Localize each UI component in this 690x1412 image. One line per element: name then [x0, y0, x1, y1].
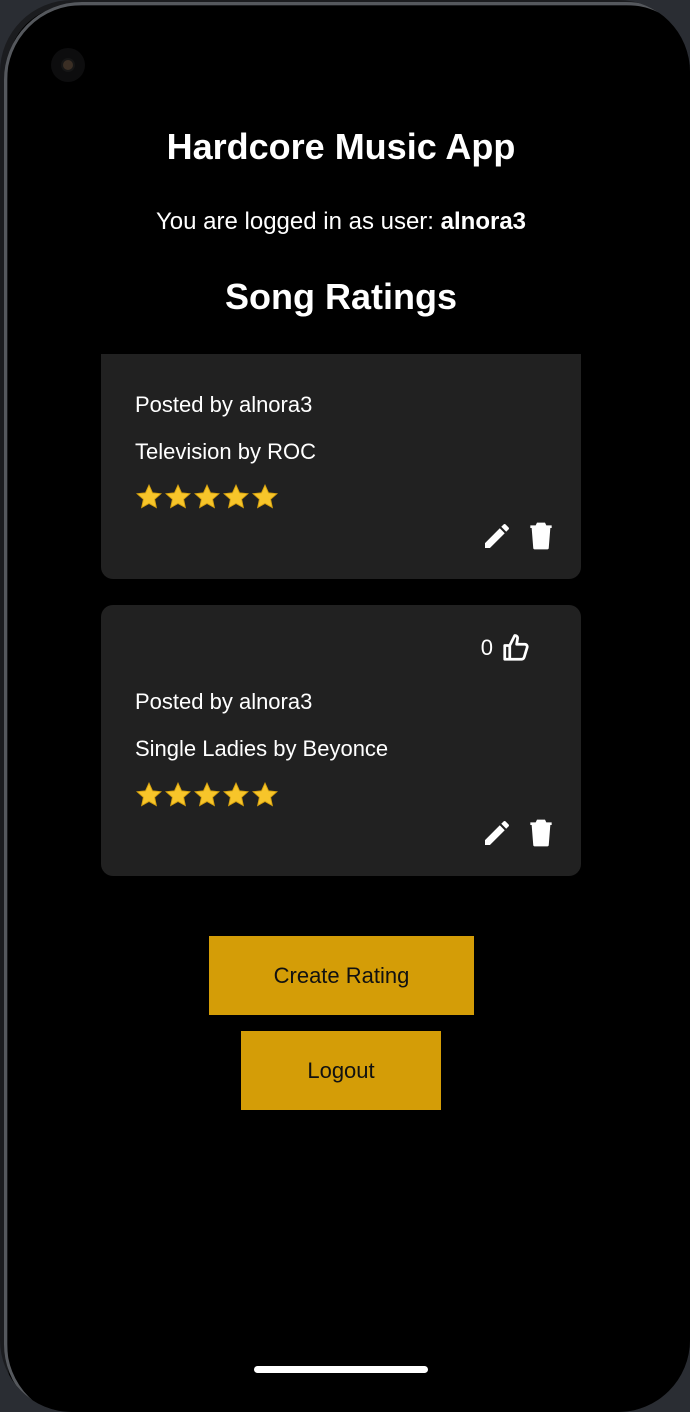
- phone-frame: Hardcore Music App You are logged in as …: [0, 0, 690, 1412]
- phone-bezel: [4, 2, 690, 1412]
